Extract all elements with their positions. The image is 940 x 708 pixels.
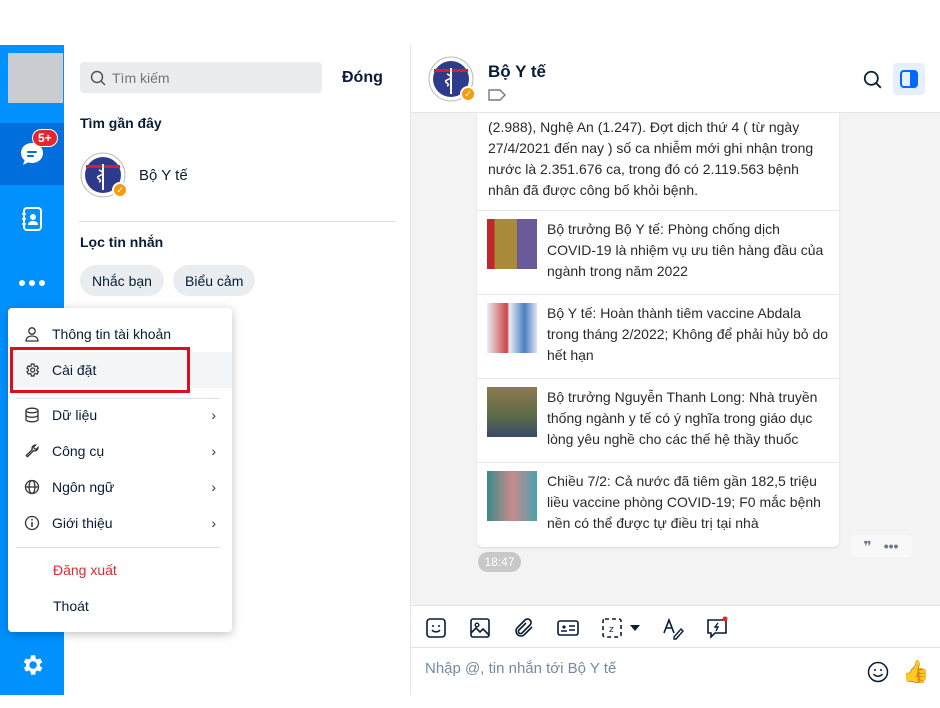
menu-item-about[interactable]: Giới thiệu › [8,505,232,541]
sticker-icon[interactable] [424,616,448,640]
menu-item-label: Ngôn ngữ [52,479,115,495]
recent-title: Tìm gần đây [80,115,162,131]
close-search-button[interactable]: Đóng [342,69,383,87]
verified-icon: ✓ [460,86,476,102]
search-box[interactable] [80,62,322,93]
filter-title: Lọc tin nhắn [80,234,164,250]
sidebar-item-contacts[interactable] [0,188,64,250]
chat-area: ✓ Bộ Y tế (2.988), Nghệ An (1.247). Đợt … [411,45,940,695]
filter-chip-mention[interactable]: Nhắc bạn [80,265,164,296]
message-text: (2.988), Nghệ An (1.247). Đợt dịch thứ 4… [488,119,814,198]
highlight-box [10,347,190,393]
chevron-right-icon: › [211,515,216,531]
article-thumbnail [487,471,537,521]
sidebar-item-settings[interactable] [0,634,64,696]
contacts-icon [22,207,42,231]
paperclip-icon[interactable] [512,616,536,640]
composer-toolbar: z [411,605,940,648]
chevron-right-icon: › [211,479,216,495]
message-list: (2.988), Nghệ An (1.247). Đợt dịch thứ 4… [411,113,940,605]
contact-card-icon[interactable] [556,616,580,640]
menu-item-label: Thông tin tài khoản [52,326,172,342]
user-icon [25,327,39,342]
article-item[interactable]: Bộ trưởng Bộ Y tế: Phòng chống dịch COVI… [477,210,839,292]
divider [79,221,396,222]
ministry-logo-avatar[interactable]: ✓ [428,56,476,102]
sidebar-item-messages[interactable]: 5+ [0,123,64,185]
emoji-icon[interactable] [867,661,889,683]
quick-message-icon[interactable] [705,616,729,640]
article-title: Bộ trưởng Nguyễn Thanh Long: Nhà truyền … [547,389,818,447]
menu-item-data[interactable]: Dữ liệu › [8,397,232,433]
message-input[interactable] [425,660,845,677]
menu-item-tools[interactable]: Công cụ › [8,433,232,469]
search-input[interactable] [112,69,312,86]
menu-divider [16,547,220,548]
toggle-info-panel-button[interactable] [893,63,925,95]
search-icon [90,70,106,86]
user-avatar[interactable] [8,53,63,103]
tag-icon[interactable] [488,89,506,101]
database-icon [25,407,39,423]
thumbs-up-icon[interactable]: 👍 [902,659,929,685]
article-title: Bộ Y tế: Hoàn thành tiêm vaccine Abdala … [547,305,829,363]
menu-item-label: Dữ liệu [52,407,98,423]
article-item[interactable]: Bộ Y tế: Hoàn thành tiêm vaccine Abdala … [477,294,839,376]
svg-text:z: z [609,625,614,635]
ministry-logo-avatar: ✓ [80,152,128,198]
info-icon [24,515,40,531]
recent-item-name: Bộ Y tế [139,166,188,184]
article-item[interactable]: Bộ trưởng Nguyễn Thanh Long: Nhà truyền … [477,378,839,460]
more-dots-icon [19,280,45,286]
quote-icon[interactable]: ❞ [864,538,872,555]
gear-icon [23,655,43,675]
chat-title: Bộ Y tế [488,62,546,81]
text-format-icon[interactable] [661,616,685,640]
globe-icon [24,479,40,495]
menu-item-label: Giới thiệu [52,515,113,531]
article-thumbnail [487,387,537,437]
wrench-icon [25,444,39,458]
sidebar-panel-icon [900,70,918,88]
message-time: 18:47 [478,552,521,572]
menu-item-language[interactable]: Ngôn ngữ › [8,469,232,505]
recent-item[interactable]: ✓ Bộ Y tế [80,150,400,200]
article-item[interactable]: Chiều 7/2: Cả nước đã tiêm gần 182,5 tri… [477,462,839,547]
sidebar-item-more[interactable] [0,252,64,314]
chevron-right-icon: › [211,443,216,459]
menu-item-logout[interactable]: Đăng xuất [8,552,232,588]
unread-badge: 5+ [32,129,58,147]
filter-chip-reaction[interactable]: Biểu cảm [173,265,256,296]
message-actions: ❞ ••• [850,535,912,557]
article-thumbnail [487,303,537,353]
caret-down-icon[interactable] [630,625,640,631]
article-thumbnail [487,219,537,269]
menu-item-exit[interactable]: Thoát [8,588,232,624]
menu-item-label: Công cụ [52,443,105,459]
chevron-right-icon: › [211,407,216,423]
composer: 👍 [411,648,940,695]
screenshot-icon[interactable]: z [600,616,624,640]
verified-icon: ✓ [112,182,128,198]
search-icon[interactable] [863,70,882,89]
article-title: Bộ trưởng Bộ Y tế: Phòng chống dịch COVI… [547,221,824,279]
chat-header: ✓ Bộ Y tế [411,45,940,113]
article-title: Chiều 7/2: Cả nước đã tiêm gần 182,5 tri… [547,473,821,531]
news-message-card: (2.988), Nghệ An (1.247). Đợt dịch thứ 4… [477,113,839,547]
more-options-icon[interactable]: ••• [884,538,899,554]
image-icon[interactable] [468,616,492,640]
